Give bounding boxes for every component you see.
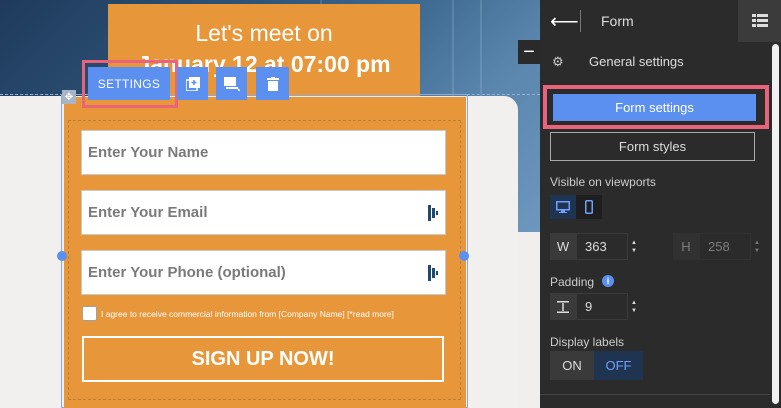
trash-icon bbox=[266, 76, 279, 91]
event-heading-line1: Let's meet on bbox=[195, 20, 333, 46]
display-labels-toggle: ON OFF bbox=[550, 351, 643, 380]
visible-viewports-label: Visible on viewports bbox=[550, 175, 656, 189]
width-input[interactable]: 363 bbox=[576, 233, 628, 260]
resize-handle-left[interactable] bbox=[57, 251, 67, 261]
general-settings-label: General settings bbox=[589, 54, 684, 69]
layers-menu-button[interactable] bbox=[738, 0, 781, 42]
mobile-viewport-button[interactable] bbox=[576, 195, 602, 219]
padding-control: 9 ▲ ▼ bbox=[550, 293, 640, 320]
gear-icon: ⚙ bbox=[552, 54, 564, 69]
move-handle-icon[interactable]: ✥ bbox=[62, 90, 76, 104]
signup-button[interactable]: SIGN UP NOW! bbox=[82, 336, 444, 382]
collapse-panel-button[interactable]: − bbox=[518, 40, 540, 64]
header-divider bbox=[580, 10, 581, 32]
autofill-icon bbox=[428, 265, 438, 281]
padding-stepper[interactable]: ▲ ▼ bbox=[628, 293, 640, 320]
desktop-viewport-button[interactable] bbox=[550, 195, 576, 219]
display-labels-on[interactable]: ON bbox=[550, 351, 594, 380]
general-settings-row[interactable]: ⚙ General settings bbox=[540, 42, 781, 80]
editor-root: Let's meet on January 12 at 07:00 pm ✥ E… bbox=[0, 0, 781, 408]
height-input: 258 bbox=[699, 233, 751, 260]
save-block-icon bbox=[223, 76, 240, 91]
panel-title: Form bbox=[601, 13, 634, 29]
info-icon[interactable]: i bbox=[602, 275, 614, 287]
list-icon bbox=[751, 14, 768, 27]
email-field-placeholder: Enter Your Email bbox=[88, 204, 208, 221]
phone-field-placeholder: Enter Your Phone (optional) bbox=[88, 264, 286, 281]
name-field[interactable]: Enter Your Name bbox=[81, 130, 446, 175]
width-control: W 363 ▲ ▼ bbox=[550, 233, 640, 260]
width-letter: W bbox=[550, 233, 576, 260]
duplicate-button[interactable] bbox=[177, 67, 208, 100]
panel-divider bbox=[540, 394, 770, 395]
display-labels-off[interactable]: OFF bbox=[594, 351, 643, 380]
scrollbar-thumb[interactable] bbox=[772, 44, 779, 404]
height-letter: H bbox=[673, 233, 699, 260]
padding-label: Padding bbox=[550, 275, 595, 289]
mobile-icon bbox=[585, 200, 593, 214]
consent-row: I agree to receive commercial informatio… bbox=[82, 306, 394, 321]
viewport-toggle-group bbox=[550, 195, 602, 219]
delete-button[interactable] bbox=[256, 67, 289, 100]
email-field[interactable]: Enter Your Email bbox=[81, 190, 446, 235]
height-control: H 258 ▲ ▼ bbox=[673, 233, 763, 260]
back-arrow-icon[interactable]: ⟵ bbox=[550, 9, 579, 33]
name-field-placeholder: Enter Your Name bbox=[88, 144, 209, 161]
form-settings-button[interactable]: Form settings bbox=[553, 94, 756, 121]
desktop-icon bbox=[556, 201, 570, 213]
consent-checkbox[interactable] bbox=[82, 306, 97, 321]
duplicate-icon bbox=[185, 76, 200, 91]
panel-scrollbar[interactable] bbox=[770, 42, 781, 408]
autofill-icon bbox=[428, 205, 438, 221]
padding-vertical-icon bbox=[550, 293, 576, 320]
settings-panel: ⟵ Form ⚙ General settings Form settings … bbox=[540, 0, 781, 408]
height-stepper: ▲ ▼ bbox=[754, 239, 760, 254]
panel-header: ⟵ Form bbox=[540, 0, 781, 42]
width-stepper[interactable]: ▲ ▼ bbox=[628, 233, 640, 260]
save-block-button[interactable] bbox=[216, 67, 247, 100]
resize-handle-right[interactable] bbox=[459, 251, 469, 261]
consent-text: I agree to receive commercial informatio… bbox=[101, 308, 394, 319]
display-labels-label: Display labels bbox=[550, 335, 625, 349]
padding-input[interactable]: 9 bbox=[576, 293, 628, 320]
settings-button[interactable]: SETTINGS bbox=[88, 67, 170, 100]
form-styles-button[interactable]: Form styles bbox=[550, 132, 755, 161]
phone-field[interactable]: Enter Your Phone (optional) bbox=[81, 250, 446, 295]
